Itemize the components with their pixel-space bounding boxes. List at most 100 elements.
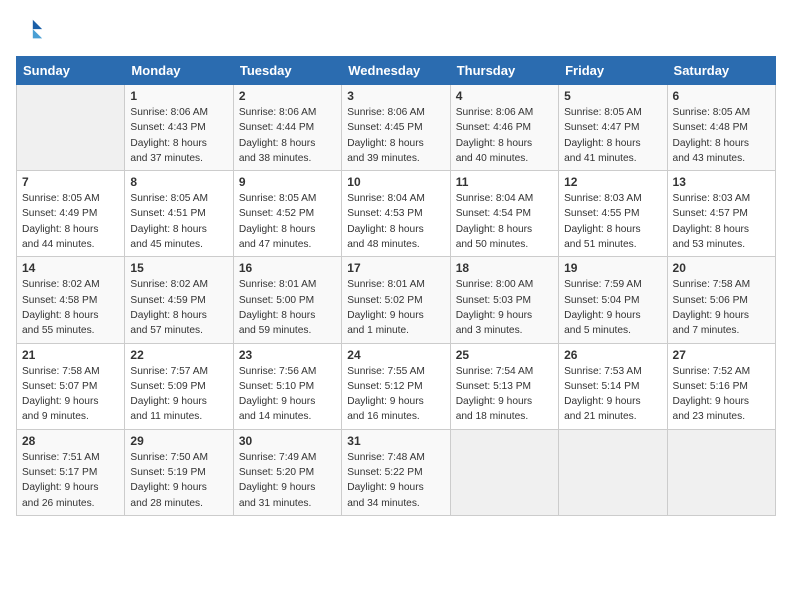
calendar-cell: 29 Sunrise: 7:50 AM Sunset: 5:19 PM Dayli… bbox=[125, 429, 233, 515]
day-info: Sunrise: 7:49 AM Sunset: 5:20 PM Dayligh… bbox=[239, 450, 336, 511]
day-info: Sunrise: 7:59 AM Sunset: 5:04 PM Dayligh… bbox=[564, 277, 661, 338]
calendar-week-2: 7 Sunrise: 8:05 AM Sunset: 4:49 PM Daylig… bbox=[17, 171, 776, 257]
calendar-week-3: 14 Sunrise: 8:02 AM Sunset: 4:58 PM Dayli… bbox=[17, 257, 776, 343]
day-info: Sunrise: 7:56 AM Sunset: 5:10 PM Dayligh… bbox=[239, 364, 336, 425]
day-info: Sunrise: 8:03 AM Sunset: 4:55 PM Dayligh… bbox=[564, 191, 661, 252]
day-number: 19 bbox=[564, 261, 661, 275]
day-info: Sunrise: 7:53 AM Sunset: 5:14 PM Dayligh… bbox=[564, 364, 661, 425]
calendar-cell: 12Sunrise: 8:03 AM Sunset: 4:55 PM Dayli… bbox=[559, 171, 667, 257]
day-info: Sunrise: 8:05 AM Sunset: 4:51 PM Dayligh… bbox=[130, 191, 227, 252]
calendar-week-1: 1 Sunrise: 8:06 AM Sunset: 4:43 PM Daylig… bbox=[17, 85, 776, 171]
calendar-cell: 10 Sunrise: 8:04 AM Sunset: 4:53 PM Dayli… bbox=[342, 171, 450, 257]
day-number: 28 bbox=[22, 434, 119, 448]
day-number: 18 bbox=[456, 261, 553, 275]
day-info: Sunrise: 8:00 AM Sunset: 5:03 PM Dayligh… bbox=[456, 277, 553, 338]
day-number: 21 bbox=[22, 348, 119, 362]
day-info: Sunrise: 7:55 AM Sunset: 5:12 PM Dayligh… bbox=[347, 364, 444, 425]
day-info: Sunrise: 8:04 AM Sunset: 4:54 PM Dayligh… bbox=[456, 191, 553, 252]
calendar-cell: 15 Sunrise: 8:02 AM Sunset: 4:59 PM Dayli… bbox=[125, 257, 233, 343]
calendar-cell: 25 Sunrise: 7:54 AM Sunset: 5:13 PM Dayli… bbox=[450, 343, 558, 429]
calendar-cell bbox=[667, 429, 775, 515]
calendar-week-5: 28 Sunrise: 7:51 AM Sunset: 5:17 PM Dayli… bbox=[17, 429, 776, 515]
day-number: 10 bbox=[347, 175, 444, 189]
day-info: Sunrise: 8:06 AM Sunset: 4:46 PM Dayligh… bbox=[456, 105, 553, 166]
page-header bbox=[16, 16, 776, 44]
calendar-cell: 1 Sunrise: 8:06 AM Sunset: 4:43 PM Daylig… bbox=[125, 85, 233, 171]
day-number: 7 bbox=[22, 175, 119, 189]
day-number: 11 bbox=[456, 175, 553, 189]
calendar-week-4: 21Sunrise: 7:58 AM Sunset: 5:07 PM Dayli… bbox=[17, 343, 776, 429]
calendar-cell: 20 Sunrise: 7:58 AM Sunset: 5:06 PM Dayli… bbox=[667, 257, 775, 343]
day-number: 31 bbox=[347, 434, 444, 448]
day-number: 9 bbox=[239, 175, 336, 189]
day-info: Sunrise: 8:05 AM Sunset: 4:52 PM Dayligh… bbox=[239, 191, 336, 252]
calendar-cell: 27 Sunrise: 7:52 AM Sunset: 5:16 PM Dayli… bbox=[667, 343, 775, 429]
day-info: Sunrise: 8:05 AM Sunset: 4:49 PM Dayligh… bbox=[22, 191, 119, 252]
day-info: Sunrise: 8:05 AM Sunset: 4:48 PM Dayligh… bbox=[673, 105, 770, 166]
column-header-wednesday: Wednesday bbox=[342, 57, 450, 85]
column-header-friday: Friday bbox=[559, 57, 667, 85]
calendar-cell: 18 Sunrise: 8:00 AM Sunset: 5:03 PM Dayli… bbox=[450, 257, 558, 343]
calendar-cell: 19 Sunrise: 7:59 AM Sunset: 5:04 PM Dayli… bbox=[559, 257, 667, 343]
day-info: Sunrise: 8:05 AM Sunset: 4:47 PM Dayligh… bbox=[564, 105, 661, 166]
column-header-monday: Monday bbox=[125, 57, 233, 85]
day-info: Sunrise: 7:58 AM Sunset: 5:06 PM Dayligh… bbox=[673, 277, 770, 338]
day-number: 29 bbox=[130, 434, 227, 448]
day-number: 14 bbox=[22, 261, 119, 275]
calendar-cell: 9 Sunrise: 8:05 AM Sunset: 4:52 PM Daylig… bbox=[233, 171, 341, 257]
column-header-thursday: Thursday bbox=[450, 57, 558, 85]
day-info: Sunrise: 7:48 AM Sunset: 5:22 PM Dayligh… bbox=[347, 450, 444, 511]
calendar-cell bbox=[559, 429, 667, 515]
logo bbox=[16, 16, 48, 44]
day-info: Sunrise: 7:54 AM Sunset: 5:13 PM Dayligh… bbox=[456, 364, 553, 425]
calendar-cell: 17 Sunrise: 8:01 AM Sunset: 5:02 PM Dayli… bbox=[342, 257, 450, 343]
day-number: 23 bbox=[239, 348, 336, 362]
calendar-cell: 31 Sunrise: 7:48 AM Sunset: 5:22 PM Dayli… bbox=[342, 429, 450, 515]
calendar-cell bbox=[17, 85, 125, 171]
day-number: 17 bbox=[347, 261, 444, 275]
column-header-tuesday: Tuesday bbox=[233, 57, 341, 85]
day-number: 4 bbox=[456, 89, 553, 103]
day-number: 24 bbox=[347, 348, 444, 362]
calendar-table: SundayMondayTuesdayWednesdayThursdayFrid… bbox=[16, 56, 776, 516]
day-number: 2 bbox=[239, 89, 336, 103]
day-info: Sunrise: 8:02 AM Sunset: 4:58 PM Dayligh… bbox=[22, 277, 119, 338]
day-info: Sunrise: 8:02 AM Sunset: 4:59 PM Dayligh… bbox=[130, 277, 227, 338]
day-info: Sunrise: 8:01 AM Sunset: 5:00 PM Dayligh… bbox=[239, 277, 336, 338]
day-number: 20 bbox=[673, 261, 770, 275]
day-info: Sunrise: 7:52 AM Sunset: 5:16 PM Dayligh… bbox=[673, 364, 770, 425]
calendar-cell: 5 Sunrise: 8:05 AM Sunset: 4:47 PM Daylig… bbox=[559, 85, 667, 171]
calendar-cell: 2 Sunrise: 8:06 AM Sunset: 4:44 PM Daylig… bbox=[233, 85, 341, 171]
calendar-cell: 3Sunrise: 8:06 AM Sunset: 4:45 PM Daylig… bbox=[342, 85, 450, 171]
day-info: Sunrise: 8:04 AM Sunset: 4:53 PM Dayligh… bbox=[347, 191, 444, 252]
day-number: 8 bbox=[130, 175, 227, 189]
day-number: 6 bbox=[673, 89, 770, 103]
day-info: Sunrise: 7:50 AM Sunset: 5:19 PM Dayligh… bbox=[130, 450, 227, 511]
day-number: 13 bbox=[673, 175, 770, 189]
calendar-cell: 24 Sunrise: 7:55 AM Sunset: 5:12 PM Dayli… bbox=[342, 343, 450, 429]
calendar-header-row: SundayMondayTuesdayWednesdayThursdayFrid… bbox=[17, 57, 776, 85]
day-info: Sunrise: 8:03 AM Sunset: 4:57 PM Dayligh… bbox=[673, 191, 770, 252]
day-info: Sunrise: 8:06 AM Sunset: 4:43 PM Dayligh… bbox=[130, 105, 227, 166]
day-number: 26 bbox=[564, 348, 661, 362]
day-number: 16 bbox=[239, 261, 336, 275]
day-number: 1 bbox=[130, 89, 227, 103]
day-number: 27 bbox=[673, 348, 770, 362]
day-info: Sunrise: 8:01 AM Sunset: 5:02 PM Dayligh… bbox=[347, 277, 444, 338]
day-number: 30 bbox=[239, 434, 336, 448]
calendar-cell: 14 Sunrise: 8:02 AM Sunset: 4:58 PM Dayli… bbox=[17, 257, 125, 343]
column-header-sunday: Sunday bbox=[17, 57, 125, 85]
day-number: 22 bbox=[130, 348, 227, 362]
day-info: Sunrise: 8:06 AM Sunset: 4:45 PM Dayligh… bbox=[347, 105, 444, 166]
day-info: Sunrise: 7:51 AM Sunset: 5:17 PM Dayligh… bbox=[22, 450, 119, 511]
calendar-cell: 7 Sunrise: 8:05 AM Sunset: 4:49 PM Daylig… bbox=[17, 171, 125, 257]
logo-icon bbox=[16, 16, 44, 44]
calendar-cell bbox=[450, 429, 558, 515]
calendar-cell: 21Sunrise: 7:58 AM Sunset: 5:07 PM Dayli… bbox=[17, 343, 125, 429]
calendar-cell: 22Sunrise: 7:57 AM Sunset: 5:09 PM Dayli… bbox=[125, 343, 233, 429]
calendar-cell: 13 Sunrise: 8:03 AM Sunset: 4:57 PM Dayli… bbox=[667, 171, 775, 257]
day-info: Sunrise: 8:06 AM Sunset: 4:44 PM Dayligh… bbox=[239, 105, 336, 166]
day-number: 15 bbox=[130, 261, 227, 275]
day-number: 25 bbox=[456, 348, 553, 362]
day-number: 5 bbox=[564, 89, 661, 103]
